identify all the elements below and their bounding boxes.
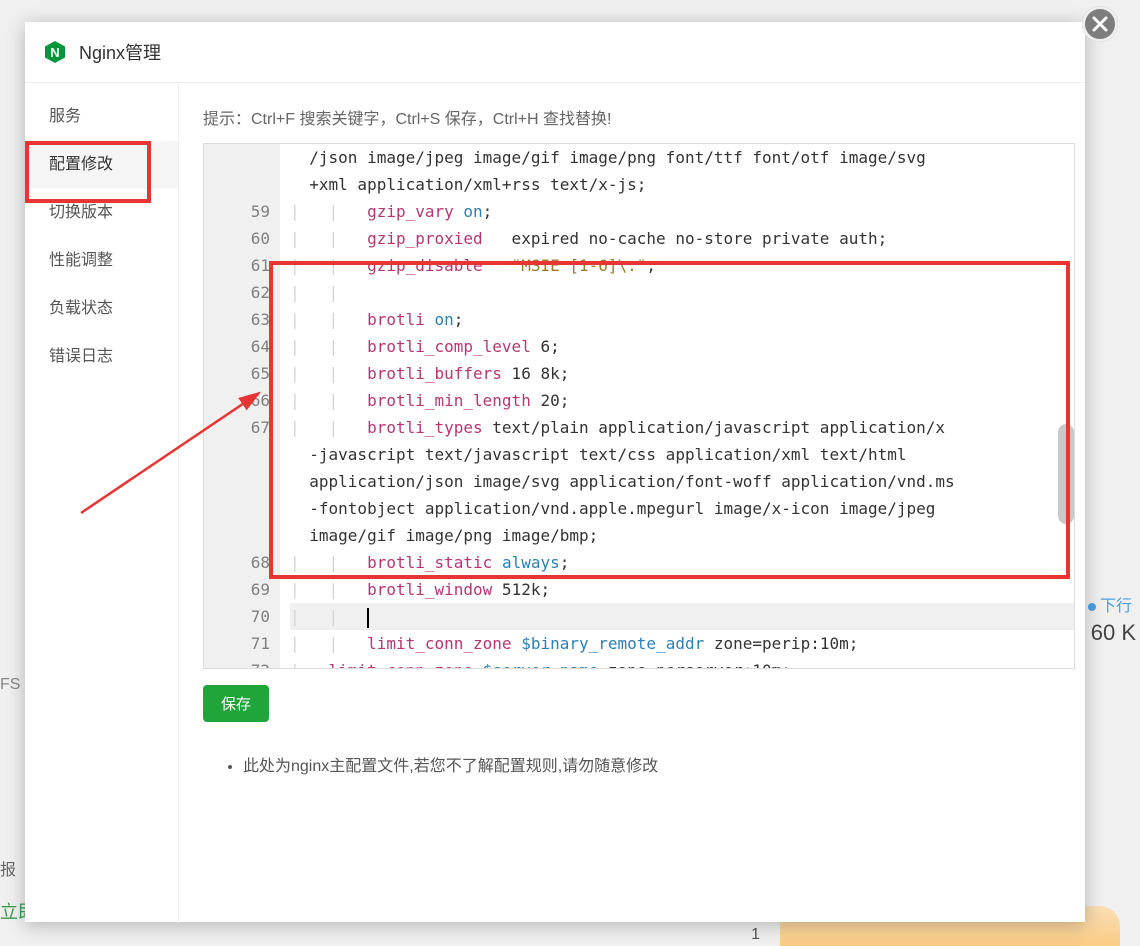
svg-text:N: N [50, 45, 59, 60]
sidebar-item-service[interactable]: 服务 [25, 93, 178, 141]
bg-report: 报 [0, 856, 16, 880]
main-pane: 提示：Ctrl+F 搜索关键字，Ctrl+S 保存，Ctrl+H 查找替换! 5… [179, 83, 1085, 923]
annotation-box-editor [269, 261, 1070, 579]
footer-tips: 此处为nginx主配置文件,若您不了解配置规则,请勿随意修改 [203, 752, 1075, 776]
modal-title: Nginx管理 [79, 39, 161, 65]
close-icon [1091, 15, 1109, 33]
sidebar-item-load-status[interactable]: 负载状态 [25, 285, 178, 333]
bg-downlink-value: 60 K [1091, 620, 1136, 646]
editor-hint: 提示：Ctrl+F 搜索关键字，Ctrl+S 保存，Ctrl+H 查找替换! [203, 105, 1075, 129]
sidebar-item-label: 错误日志 [49, 348, 113, 365]
bg-downlink-label: 下行 [1088, 592, 1132, 616]
nginx-manager-modal: N Nginx管理 服务 配置修改 切换版本 性能调整 负载状态 错误日志 提示… [25, 22, 1085, 922]
close-button[interactable] [1082, 6, 1118, 42]
bg-one: 1 [751, 926, 760, 944]
sidebar-item-label: 性能调整 [49, 252, 113, 269]
nginx-icon: N [43, 40, 67, 64]
bg-fs: FS [0, 676, 20, 694]
sidebar-item-label: 负载状态 [49, 300, 113, 317]
tip-item: 此处为nginx主配置文件,若您不了解配置规则,请勿随意修改 [243, 752, 1075, 776]
modal-titlebar: N Nginx管理 [25, 22, 1085, 83]
sidebar-item-performance[interactable]: 性能调整 [25, 237, 178, 285]
save-button[interactable]: 保存 [203, 685, 269, 722]
sidebar-item-label: 服务 [49, 108, 81, 125]
annotation-arrow [69, 373, 269, 523]
sidebar-item-label: 切换版本 [49, 204, 113, 221]
annotation-box-sidebar [25, 141, 151, 203]
